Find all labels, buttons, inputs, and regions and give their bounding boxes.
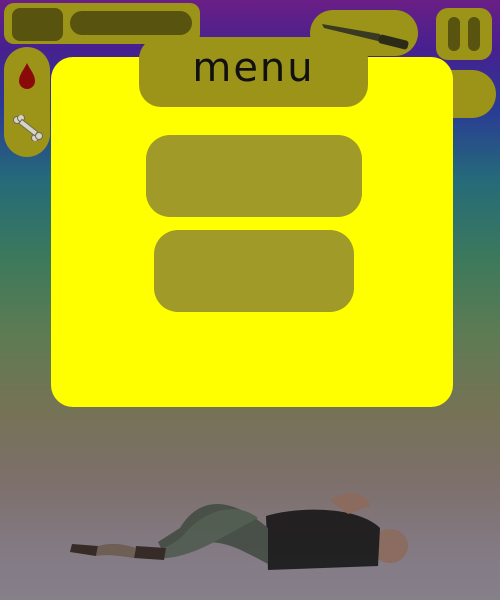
blood-drop-icon xyxy=(19,63,35,89)
menu-title-tab: menu xyxy=(139,37,368,107)
pause-icon-bar xyxy=(468,17,480,51)
ragdoll-character xyxy=(70,493,408,570)
bone-icon xyxy=(13,115,43,141)
menu-option-button-1[interactable] xyxy=(146,135,362,217)
menu-title: menu xyxy=(192,45,315,91)
pause-button[interactable] xyxy=(436,8,492,60)
menu-panel xyxy=(51,57,453,407)
hud-portrait-slot xyxy=(12,8,63,41)
pause-icon xyxy=(448,17,460,51)
hud-left-panel xyxy=(4,47,50,157)
hud-health-bar xyxy=(70,11,192,35)
menu-option-button-2[interactable] xyxy=(154,230,354,312)
